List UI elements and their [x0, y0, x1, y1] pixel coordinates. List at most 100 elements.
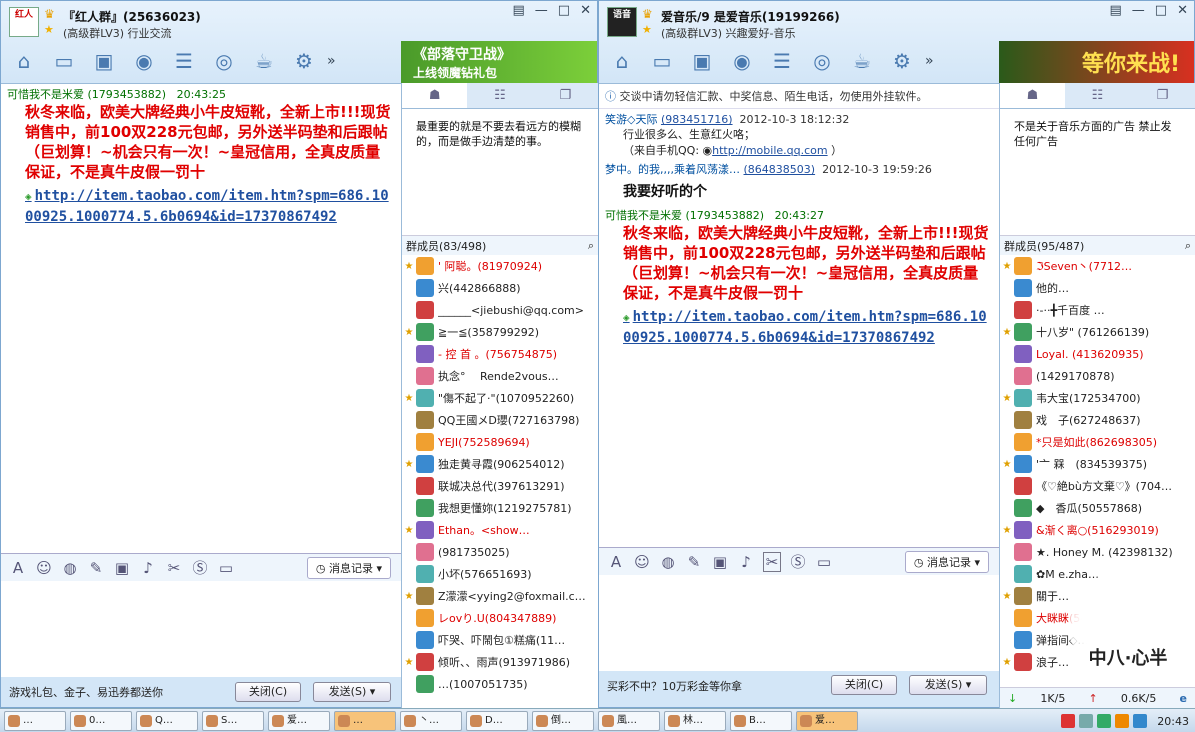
- member-avatar[interactable]: [1014, 631, 1032, 649]
- member-name[interactable]: ______<jiebushi@qq.com>: [438, 304, 584, 317]
- member-name[interactable]: 独走黄寻霞(906254012): [438, 456, 565, 472]
- maximize-icon[interactable]: □: [1155, 3, 1167, 18]
- camera-icon[interactable]: ◎: [805, 46, 839, 76]
- member-row[interactable]: ★ 十八岁" (761266139): [1000, 321, 1195, 343]
- tab-window[interactable]: ❐: [1130, 83, 1195, 108]
- member-avatar[interactable]: [416, 609, 434, 627]
- send-button[interactable]: 发送(S) ▾: [909, 675, 987, 695]
- taskbar-item[interactable]: …: [334, 710, 396, 731]
- member-avatar[interactable]: [416, 433, 434, 451]
- clock[interactable]: 20:43: [1157, 715, 1189, 728]
- sender-id[interactable]: (864838503): [744, 163, 816, 176]
- taskbar-item[interactable]: 倒…: [532, 710, 594, 731]
- tab-members[interactable]: ☗: [402, 83, 468, 108]
- member-name[interactable]: 關于…: [1036, 588, 1069, 604]
- note-icon[interactable]: ☰: [765, 46, 799, 76]
- member-avatar[interactable]: [1014, 587, 1032, 605]
- member-row[interactable]: 我想更懂妳(1219275781): [402, 497, 598, 519]
- member-name[interactable]: 我想更懂妳(1219275781): [438, 500, 572, 516]
- picture-icon[interactable]: ▣: [685, 46, 719, 76]
- member-row[interactable]: 他的…: [1000, 277, 1195, 299]
- tray-icon[interactable]: [1061, 714, 1076, 728]
- sender[interactable]: 可惜我不是米爱 (1793453882): [605, 209, 764, 222]
- member-avatar[interactable]: [416, 675, 434, 693]
- member-name[interactable]: …(1007051735): [438, 678, 528, 691]
- member-name[interactable]: ★. Honey M. (42398132): [1036, 546, 1173, 559]
- member-avatar[interactable]: [1014, 521, 1032, 539]
- member-row[interactable]: ★ ℑSeven丶(7712…: [1000, 255, 1195, 277]
- scissors-icon[interactable]: ✂: [165, 559, 183, 577]
- member-row[interactable]: - 控 首 。(756754875): [402, 343, 598, 365]
- s-icon[interactable]: Ⓢ: [789, 551, 807, 572]
- member-row[interactable]: 小坏(576651693): [402, 563, 598, 585]
- member-row[interactable]: (981735025): [402, 541, 598, 563]
- member-avatar[interactable]: [416, 543, 434, 561]
- member-row[interactable]: ◆ 香瓜(50557868): [1000, 497, 1195, 519]
- taskbar-item[interactable]: …: [4, 710, 66, 731]
- member-row[interactable]: …(1007051735): [402, 673, 598, 695]
- member-avatar[interactable]: [416, 521, 434, 539]
- member-row[interactable]: ★ &渐く离○(516293019): [1000, 519, 1195, 541]
- folder-icon[interactable]: ▭: [645, 46, 679, 76]
- member-row[interactable]: ★. Honey M. (42398132): [1000, 541, 1195, 563]
- taskbar-item[interactable]: 爱…: [268, 710, 330, 731]
- member-name[interactable]: 吓哭、吓鬧包①糕痛(11…: [438, 632, 565, 648]
- taskbar-item[interactable]: B…: [730, 710, 792, 731]
- member-name[interactable]: 他的…: [1036, 280, 1069, 296]
- member-avatar[interactable]: [416, 389, 434, 407]
- emoji-icon[interactable]: ☺: [633, 553, 651, 571]
- member-avatar[interactable]: [416, 301, 434, 319]
- home-icon[interactable]: ⌂: [7, 46, 41, 76]
- member-avatar[interactable]: [416, 631, 434, 649]
- member-name[interactable]: - 控 首 。(756754875): [438, 346, 557, 362]
- member-list[interactable]: ★ ' 阿聪。(81970924) 兴(442866888) ______<jiebu…: [402, 255, 598, 695]
- taskbar-item[interactable]: 丶…: [400, 710, 462, 731]
- more-icon[interactable]: »: [925, 53, 941, 69]
- message-link[interactable]: http://item.taobao.com/item.htm?spm=686.…: [25, 188, 389, 225]
- footer-ad[interactable]: 买彩不中？10万彩金等你拿: [607, 678, 742, 694]
- member-avatar[interactable]: [1014, 345, 1032, 363]
- tray-icon[interactable]: [1133, 714, 1148, 728]
- message-input[interactable]: [599, 575, 999, 671]
- message-link[interactable]: http://mobile.qq.com: [712, 144, 827, 157]
- member-name[interactable]: 十八岁" (761266139): [1036, 324, 1149, 340]
- member-avatar[interactable]: [1014, 433, 1032, 451]
- member-avatar[interactable]: [1014, 301, 1032, 319]
- member-name[interactable]: YEJI(752589694): [438, 436, 530, 449]
- member-name[interactable]: 兴(442866888): [438, 280, 521, 296]
- avatar-icon[interactable]: ◍: [659, 553, 677, 571]
- s-icon[interactable]: Ⓢ: [191, 557, 209, 578]
- coffee-icon[interactable]: ☕: [247, 46, 281, 76]
- member-row[interactable]: 联城决总代(397613291): [402, 475, 598, 497]
- member-name[interactable]: QQ王國メD瓔(727163798): [438, 412, 579, 428]
- member-name[interactable]: 联城决总代(397613291): [438, 478, 565, 494]
- scissors-icon[interactable]: ✂: [763, 551, 781, 572]
- taskbar-item[interactable]: S…: [202, 710, 264, 731]
- member-name[interactable]: ≧一≦(358799292): [438, 324, 539, 340]
- member-avatar[interactable]: [416, 411, 434, 429]
- member-name[interactable]: ·-··╋千百度 …: [1036, 302, 1105, 318]
- send-button[interactable]: 发送(S) ▾: [313, 682, 391, 702]
- footer-ad[interactable]: 游戏礼包、金子、易迅券都送你: [9, 684, 163, 700]
- member-row[interactable]: 吓哭、吓鬧包①糕痛(11…: [402, 629, 598, 651]
- ad-banner[interactable]: 等你来战!: [999, 41, 1194, 83]
- member-row[interactable]: ★ ≧一≦(358799292): [402, 321, 598, 343]
- microphone-icon[interactable]: ◉: [725, 46, 759, 76]
- member-avatar[interactable]: [1014, 609, 1032, 627]
- taskbar-item[interactable]: 林…: [664, 710, 726, 731]
- avatar-icon[interactable]: ◍: [61, 559, 79, 577]
- member-avatar[interactable]: [416, 587, 434, 605]
- taskbar-item[interactable]: 爱…: [796, 710, 858, 731]
- member-name[interactable]: Z濛濛<yying2@foxmail.c…: [438, 588, 586, 604]
- gear-icon[interactable]: ⚙: [885, 46, 919, 76]
- member-name[interactable]: &渐く离○(516293019): [1036, 522, 1159, 538]
- history-button[interactable]: ◷ 消息记录 ▾: [904, 550, 989, 573]
- search-icon[interactable]: ⌕: [1185, 239, 1191, 253]
- message-link[interactable]: http://item.taobao.com/item.htm?spm=686.…: [623, 309, 987, 346]
- member-row[interactable]: ★ Z濛濛<yying2@foxmail.c…: [402, 585, 598, 607]
- member-row[interactable]: ★ Ethan。<show…: [402, 519, 598, 541]
- member-row[interactable]: ★ 独走黄寻霞(906254012): [402, 453, 598, 475]
- minimize-icon[interactable]: —: [1132, 3, 1145, 18]
- member-row[interactable]: ★ 韦大宝(172534700): [1000, 387, 1195, 409]
- font-icon[interactable]: A: [9, 559, 27, 577]
